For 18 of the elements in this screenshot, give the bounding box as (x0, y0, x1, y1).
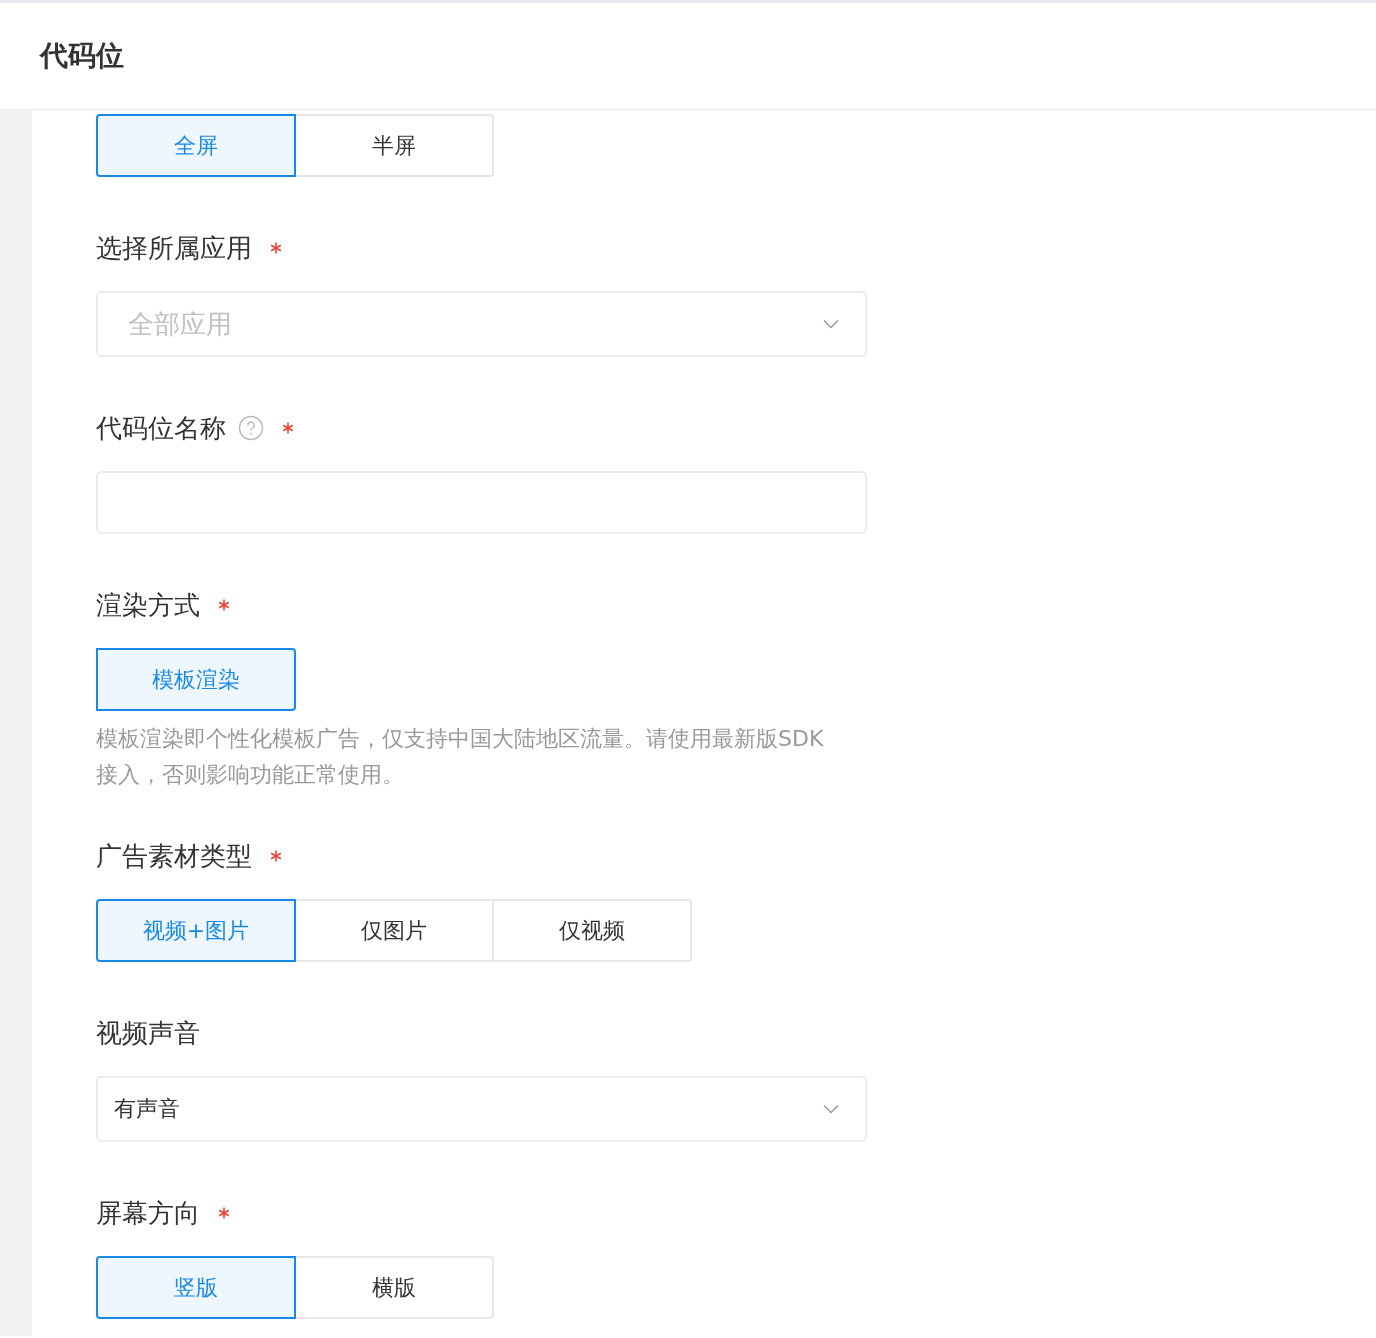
field-label: 屏幕方向 (96, 1196, 200, 1230)
chevron-down-icon (823, 319, 839, 329)
field-label: 渲染方式 (96, 588, 200, 622)
help-icon[interactable] (238, 415, 264, 441)
segment-option[interactable]: 仅图片 (294, 899, 494, 962)
segment-option[interactable]: 横版 (294, 1256, 494, 1319)
select-dropdown[interactable]: 有声音 (96, 1076, 867, 1142)
segment-option[interactable]: 仅视频 (492, 899, 692, 962)
select-value: 有声音 (114, 1095, 180, 1123)
chevron-down-icon (823, 1104, 839, 1114)
field-label: 广告素材类型 (96, 839, 252, 873)
hint-text: 模板渲染即个性化模板广告，仅支持中国大陆地区流量。请使用最新版SDK接入，否则影响功能正常使用。 (96, 725, 825, 789)
field-label: 选择所属应用 (96, 231, 252, 265)
page-title: 代码位 (40, 38, 124, 74)
select-placeholder: 全部应用 (127, 307, 232, 341)
field-label: 代码位名称 (96, 411, 226, 445)
field-label: 视频声音 (96, 1016, 200, 1050)
segment-option[interactable]: 半屏 (294, 114, 494, 177)
